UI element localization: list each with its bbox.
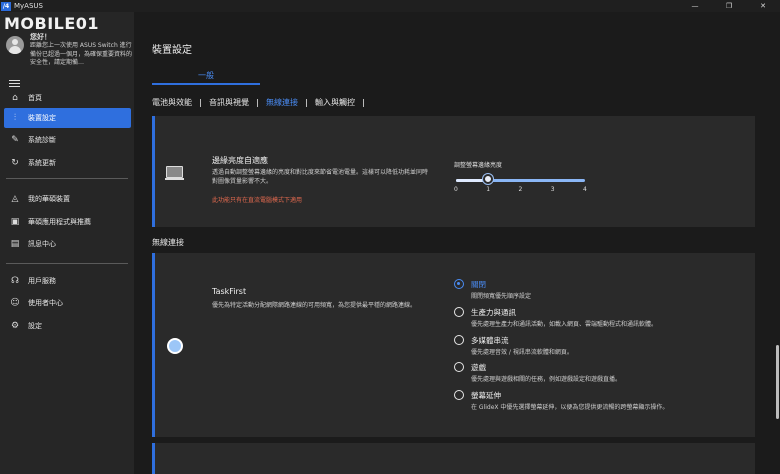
avatar[interactable] xyxy=(6,36,24,54)
subtab-separator xyxy=(363,98,364,107)
option-description: 優先處理生產力和通訊活動，如載入網頁、雲端驅動程式和通訊軟體。 xyxy=(471,321,658,328)
page-title: 裝置設定 xyxy=(152,45,192,56)
minimize-button[interactable]: — xyxy=(678,0,712,12)
brightness-title: 邊緣亮度自適應 xyxy=(212,156,268,165)
slider-tick: 2 xyxy=(518,186,523,193)
taskfirst-status-icon xyxy=(167,338,183,354)
taskfirst-card: TaskFirst 優先為特定活動分配網際網路連線的可用頻寬，為您提供最平穩的網… xyxy=(152,253,755,437)
backup-notice[interactable]: 距離您上一次使用 ASUS Switch 進行備份已超過一個月，為確保重要資料的… xyxy=(30,42,134,68)
radio-button[interactable] xyxy=(454,390,464,400)
sidebar-item-label: 華碩應用程式與推薦 xyxy=(28,218,91,226)
title-bar: /4 MyASUS — ❐ ✕ xyxy=(0,0,780,12)
taskfirst-title: TaskFirst xyxy=(212,287,247,296)
sidebar-item-device-settings[interactable]: ⫶ 裝置設定 xyxy=(4,108,131,128)
maximize-button[interactable]: ❐ xyxy=(712,0,746,12)
option-title: 關閉 xyxy=(471,280,486,289)
subtab-separator xyxy=(306,98,307,107)
option-description: 優先處理音效 / 視訊串流軟體和網頁。 xyxy=(471,349,573,356)
slider-label: 調整螢幕邊緣亮度 xyxy=(454,162,503,169)
user-icon: ☺ xyxy=(10,298,20,308)
subtab-audio-visual[interactable]: 音訊與視覺 xyxy=(209,97,249,108)
tab-general[interactable]: 一般 xyxy=(152,70,260,81)
option-description: 在 GlideX 中優先選擇螢幕延伸，以便為您提供更流暢的跨螢幕顯示操作。 xyxy=(471,404,669,411)
card-accent xyxy=(152,253,155,437)
card-accent xyxy=(152,116,155,227)
taskfirst-description: 優先為特定活動分配網際網路連線的可用頻寬，為您提供最平穩的網路連線。 xyxy=(212,302,417,309)
home-icon: ⌂ xyxy=(12,93,18,103)
main-scrollbar[interactable] xyxy=(774,12,780,474)
slider-tick: 0 xyxy=(454,186,458,193)
sidebar-item-apps[interactable]: ▣ 華碩應用程式與推薦 xyxy=(0,212,134,232)
brightness-description: 透過自動調整螢幕邊緣的亮度和對比度來節省電池電量。這樣可以降低功耗並同時對圖像質… xyxy=(212,169,429,185)
watermark-logo: MOBILE01 xyxy=(4,14,100,33)
slider-tick: 4 xyxy=(583,186,587,193)
slider-tick: 1 xyxy=(486,186,491,193)
option-title: 多媒體串流 xyxy=(471,336,509,345)
sidebar-item-label: 我的華碩裝置 xyxy=(28,195,70,203)
option-title: 螢幕延伸 xyxy=(471,391,501,400)
sidebar-item-label: 裝置設定 xyxy=(28,114,56,122)
sidebar-divider xyxy=(6,178,128,179)
subtab-separator xyxy=(257,98,258,107)
sidebar-item-support[interactable]: ☊ 用戶服務 xyxy=(0,271,134,291)
section-label-wireless: 無線連接 xyxy=(152,238,184,247)
refresh-icon: ↻ xyxy=(11,158,19,168)
option-description: 優先處理與遊戲相關的任務，例如遊戲設定和遊戲直播。 xyxy=(471,376,622,383)
main-panel: 裝置設定 一般 電池與效能 音訊與視覺 無線連接 輸入與觸控 邊緣亮度自適應 透… xyxy=(134,12,780,474)
brightness-card: 邊緣亮度自適應 透過自動調整螢幕邊緣的亮度和對比度來節省電池電量。這樣可以降低功… xyxy=(152,116,755,227)
option-title: 生產力與通訊 xyxy=(471,308,516,317)
sidebar-item-settings[interactable]: ⚙ 設定 xyxy=(0,316,134,336)
app-logo: /4 xyxy=(1,1,11,11)
gear-icon: ⚙ xyxy=(10,321,20,331)
sidebar-item-user-center[interactable]: ☺ 使用者中心 xyxy=(0,293,134,313)
brightness-slider-thumb[interactable] xyxy=(483,174,494,184)
sidebar-divider xyxy=(6,263,128,264)
sliders-icon: ⫶ xyxy=(13,113,17,123)
subtab-bar: 電池與效能 音訊與視覺 無線連接 輸入與觸控 xyxy=(152,97,372,108)
next-card xyxy=(152,443,755,474)
radio-button[interactable] xyxy=(454,307,464,317)
sidebar-item-label: 系統診斷 xyxy=(28,136,56,144)
user-greeting: 您好！ xyxy=(30,33,51,41)
option-title: 遊戲 xyxy=(471,363,486,372)
sidebar-item-my-devices[interactable]: ◬ 我的華碩裝置 xyxy=(0,189,134,209)
radio-button[interactable] xyxy=(454,335,464,345)
brightness-warning: 此功能只有在直流電腦模式下適用 xyxy=(212,197,303,204)
card-accent xyxy=(152,443,155,474)
laptop-icon xyxy=(165,166,184,180)
close-button[interactable]: ✕ xyxy=(746,0,780,12)
tab-underline xyxy=(152,83,260,85)
headset-icon: ☊ xyxy=(11,276,19,286)
radio-button[interactable] xyxy=(454,362,464,372)
device-triangle-icon: ◬ xyxy=(11,194,19,204)
sidebar-item-label: 用戶服務 xyxy=(28,277,56,285)
scrollbar-thumb[interactable] xyxy=(776,345,779,419)
option-description: 關閉頻寬優先順序設定 xyxy=(471,293,532,300)
apps-icon: ▣ xyxy=(10,217,20,227)
sidebar-item-home[interactable]: ⌂ 首頁 xyxy=(0,88,134,108)
app-title: MyASUS xyxy=(14,2,43,10)
sidebar: MOBILE01 您好！ 距離您上一次使用 ASUS Switch 進行備份已超… xyxy=(0,12,134,474)
sidebar-item-label: 首頁 xyxy=(28,94,42,102)
sidebar-item-label: 使用者中心 xyxy=(28,299,63,307)
slider-tick: 3 xyxy=(550,186,555,193)
window-controls: — ❐ ✕ xyxy=(678,0,780,12)
sidebar-item-diagnostics[interactable]: ✎ 系統診斷 xyxy=(0,130,134,150)
subtab-input-touch[interactable]: 輸入與觸控 xyxy=(315,97,355,108)
message-icon: ▤ xyxy=(10,239,20,249)
subtab-separator xyxy=(200,98,201,107)
subtab-battery-performance[interactable]: 電池與效能 xyxy=(152,97,192,108)
wrench-icon: ✎ xyxy=(11,135,19,145)
sidebar-item-label: 訊息中心 xyxy=(28,240,56,248)
sidebar-item-label: 設定 xyxy=(28,322,42,330)
radio-button[interactable] xyxy=(454,279,464,289)
subtab-wireless[interactable]: 無線連接 xyxy=(266,97,298,108)
sidebar-item-messages[interactable]: ▤ 訊息中心 xyxy=(0,234,134,254)
sidebar-item-label: 系統更新 xyxy=(28,159,56,167)
sidebar-item-system-update[interactable]: ↻ 系統更新 xyxy=(0,153,134,173)
